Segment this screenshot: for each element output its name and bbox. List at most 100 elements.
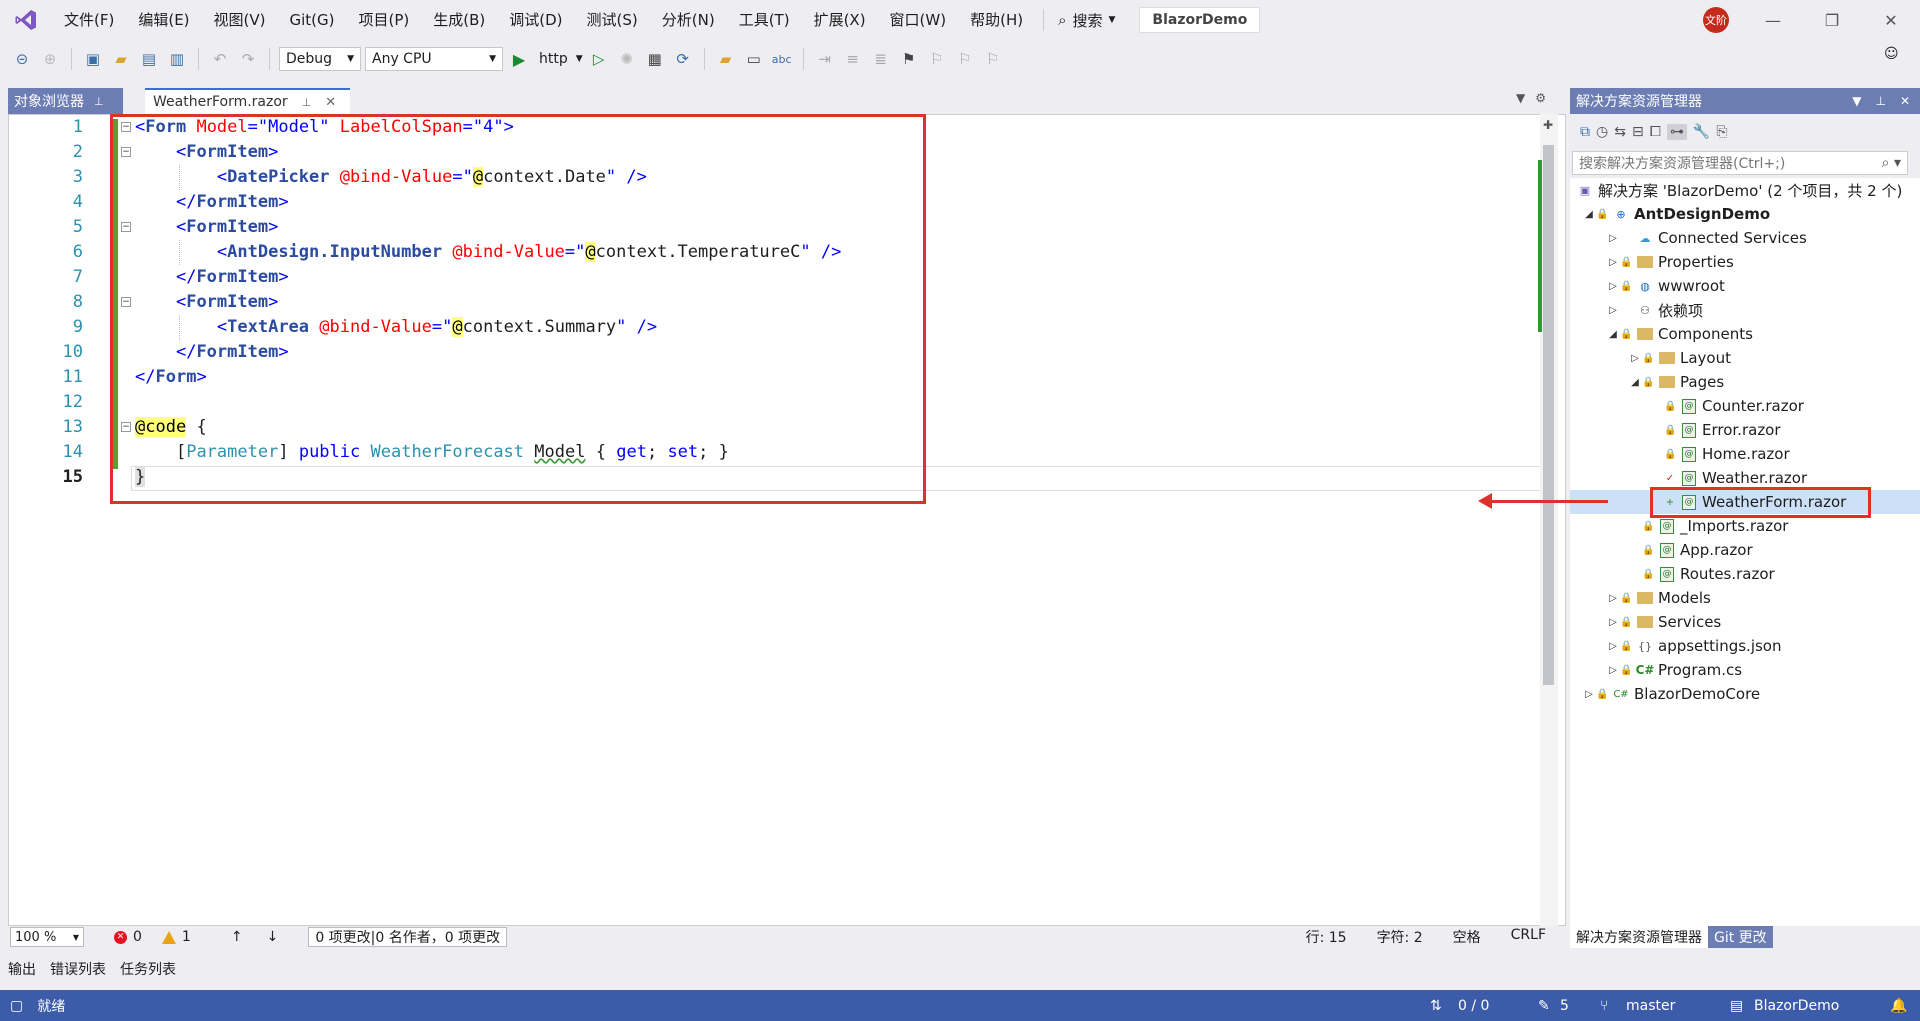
tab-weatherform[interactable]: WeatherForm.razor ⊥ ✕ xyxy=(145,88,350,114)
bookmark-icon[interactable]: ⚑ xyxy=(897,47,921,71)
save-all-icon[interactable]: ▥ xyxy=(165,47,189,71)
switch-views-icon[interactable]: ⧉ xyxy=(1580,124,1590,140)
pending-changes-count[interactable]: 5 xyxy=(1560,998,1569,1014)
tree-item-counter[interactable]: 🔒 @ Counter.razor xyxy=(1570,394,1920,418)
back-icon[interactable]: ⊝ xyxy=(10,47,34,71)
branch-icon[interactable]: ⑂ xyxy=(1600,998,1608,1014)
menu-extensions[interactable]: 扩展(X) xyxy=(802,0,878,40)
chevron-down-icon[interactable]: ▼ xyxy=(1852,94,1861,108)
properties-icon[interactable]: 🔧 xyxy=(1693,124,1710,140)
tree-item-antdesigndemo[interactable]: ◢ 🔒 ⊕ AntDesignDemo xyxy=(1570,202,1920,226)
tab-task-list[interactable]: 任务列表 xyxy=(120,959,176,979)
pin-icon[interactable]: ⊥ xyxy=(94,95,104,108)
tree-item-models[interactable]: ▷ 🔒 Models xyxy=(1570,586,1920,610)
menu-edit[interactable]: 编辑(E) xyxy=(126,0,201,40)
forward-icon[interactable]: ⊕ xyxy=(38,47,62,71)
pin-icon[interactable]: ⊥ xyxy=(302,96,312,109)
collapsed-arrow-icon[interactable]: ▷ xyxy=(1606,305,1620,316)
clear-bookmarks-icon[interactable]: ⚐ xyxy=(981,47,1005,71)
tab-output[interactable]: 输出 xyxy=(8,959,36,979)
codelens-changes[interactable]: 0 项更改|0 名作者，0 项更改 xyxy=(308,927,508,947)
tree-item-properties[interactable]: ▷ 🔒 Properties xyxy=(1570,250,1920,274)
tree-item-pages[interactable]: ◢ 🔒 Pages xyxy=(1570,370,1920,394)
run-target-label[interactable]: http xyxy=(535,51,572,67)
tree-item-app[interactable]: 🔒 @ App.razor xyxy=(1570,538,1920,562)
menu-help[interactable]: 帮助(H) xyxy=(958,0,1035,40)
collapsed-arrow-icon[interactable]: ▷ xyxy=(1606,641,1620,652)
menu-analyze[interactable]: 分析(N) xyxy=(650,0,727,40)
collapsed-arrow-icon[interactable]: ▷ xyxy=(1606,233,1620,244)
show-all-files-icon[interactable]: ⧠ xyxy=(1650,124,1661,140)
start-without-debug-icon[interactable]: ▷ xyxy=(587,47,611,71)
tree-item-error[interactable]: 🔒 @ Error.razor xyxy=(1570,418,1920,442)
menu-test[interactable]: 测试(S) xyxy=(575,0,650,40)
tab-error-list[interactable]: 错误列表 xyxy=(50,959,106,979)
folder-view-icon[interactable]: ▰ xyxy=(714,47,738,71)
notifications-icon[interactable]: 🔔 xyxy=(1890,998,1907,1014)
tree-item-connected-services[interactable]: ▷ ☁ Connected Services xyxy=(1570,226,1920,250)
repo-icon[interactable]: ▤ xyxy=(1730,998,1743,1014)
tree-item-dependencies[interactable]: ▷ ⚇ 依赖项 xyxy=(1570,298,1920,322)
tab-solution-explorer[interactable]: 解决方案资源管理器 xyxy=(1570,926,1708,948)
branch-name[interactable]: master xyxy=(1626,998,1675,1014)
expanded-arrow-icon[interactable]: ◢ xyxy=(1628,377,1642,388)
close-tab-icon[interactable]: ✕ xyxy=(325,95,336,110)
next-bookmark-icon[interactable]: ⚐ xyxy=(953,47,977,71)
expanded-arrow-icon[interactable]: ◢ xyxy=(1582,209,1596,220)
chevron-down-icon[interactable]: ▼ xyxy=(1516,91,1525,105)
open-folder-icon[interactable]: ▰ xyxy=(109,47,133,71)
gear-icon[interactable]: ⚙ xyxy=(1535,91,1546,105)
collapse-all-icon[interactable]: ⊟ xyxy=(1632,124,1644,140)
browser-icon[interactable]: ▦ xyxy=(643,47,667,71)
save-icon[interactable]: ▤ xyxy=(137,47,161,71)
spell-check-icon[interactable]: abc xyxy=(770,47,794,71)
scrollbar-thumb[interactable] xyxy=(1543,145,1554,685)
tree-item-components[interactable]: ◢ 🔒 Components xyxy=(1570,322,1920,346)
tree-item-wwwroot[interactable]: ▷ 🔒 ◍ wwwroot xyxy=(1570,274,1920,298)
prev-bookmark-icon[interactable]: ⚐ xyxy=(925,47,949,71)
repo-name[interactable]: BlazorDemo xyxy=(1754,998,1839,1014)
pin-icon[interactable]: ⊥ xyxy=(1875,94,1885,108)
solution-tree[interactable]: ▣ 解决方案 'BlazorDemo' (2 个项目，共 2 个) ◢ 🔒 ⊕ … xyxy=(1570,178,1920,926)
tree-item-blazordemocore[interactable]: ▷ 🔒 C# BlazorDemoCore xyxy=(1570,682,1920,706)
step-icon[interactable]: ⇥ xyxy=(813,47,837,71)
split-icon[interactable]: ✚ xyxy=(1543,118,1553,132)
collapsed-arrow-icon[interactable]: ▷ xyxy=(1628,353,1642,364)
tree-item-program[interactable]: ▷ 🔒 C# Program.cs xyxy=(1570,658,1920,682)
platform-select[interactable]: Any CPU ▼ xyxy=(365,47,503,71)
filter-icon[interactable]: ⊶ xyxy=(1666,124,1687,140)
error-count[interactable]: ✕ 0 xyxy=(114,929,142,945)
search-icon[interactable]: ⌕ ▾ xyxy=(1882,155,1901,171)
restore-icon[interactable]: ❐ xyxy=(1803,0,1861,40)
collapsed-arrow-icon[interactable]: ▷ xyxy=(1606,257,1620,268)
refresh-icon[interactable]: ⟳ xyxy=(671,47,695,71)
menu-window[interactable]: 窗口(W) xyxy=(878,0,959,40)
uncomment-icon[interactable]: ≣ xyxy=(869,47,893,71)
comment-icon[interactable]: ≡ xyxy=(841,47,865,71)
expanded-arrow-icon[interactable]: ◢ xyxy=(1606,329,1620,340)
warning-count[interactable]: 1 xyxy=(161,929,191,945)
tree-item-routes[interactable]: 🔒 @ Routes.razor xyxy=(1570,562,1920,586)
undo-icon[interactable]: ↶ xyxy=(208,47,232,71)
hot-reload-icon[interactable]: ✺ xyxy=(615,47,639,71)
menu-git[interactable]: Git(G) xyxy=(278,0,347,40)
sync-with-doc-icon[interactable]: ⇆ xyxy=(1614,124,1626,140)
sync-icon[interactable]: ⇅ xyxy=(1430,998,1442,1014)
eol-indicator[interactable]: CRLF xyxy=(1511,927,1546,947)
menu-project[interactable]: 项目(P) xyxy=(347,0,422,40)
start-debug-icon[interactable]: ▶ xyxy=(507,47,531,71)
preview-icon[interactable]: ⎘ xyxy=(1716,124,1727,140)
close-icon[interactable]: ✕ xyxy=(1900,94,1910,108)
user-avatar[interactable]: 文阶 xyxy=(1703,7,1729,33)
redo-icon[interactable]: ↷ xyxy=(236,47,260,71)
tree-item-appsettings[interactable]: ▷ 🔒 {} appsettings.json xyxy=(1570,634,1920,658)
arrow-up-icon[interactable]: ↑ xyxy=(231,929,243,945)
configuration-select[interactable]: Debug ▼ xyxy=(279,47,361,71)
menu-file[interactable]: 文件(F) xyxy=(52,0,126,40)
solution-explorer-search-input[interactable]: 搜索解决方案资源管理器(Ctrl+;) ⌕ ▾ xyxy=(1572,151,1908,175)
indent-indicator[interactable]: 空格 xyxy=(1453,927,1481,947)
sync-count[interactable]: 0 / 0 xyxy=(1458,998,1489,1014)
tree-item-services[interactable]: ▷ 🔒 Services xyxy=(1570,610,1920,634)
collapsed-arrow-icon[interactable]: ▷ xyxy=(1606,593,1620,604)
collapsed-arrow-icon[interactable]: ▷ xyxy=(1606,617,1620,628)
